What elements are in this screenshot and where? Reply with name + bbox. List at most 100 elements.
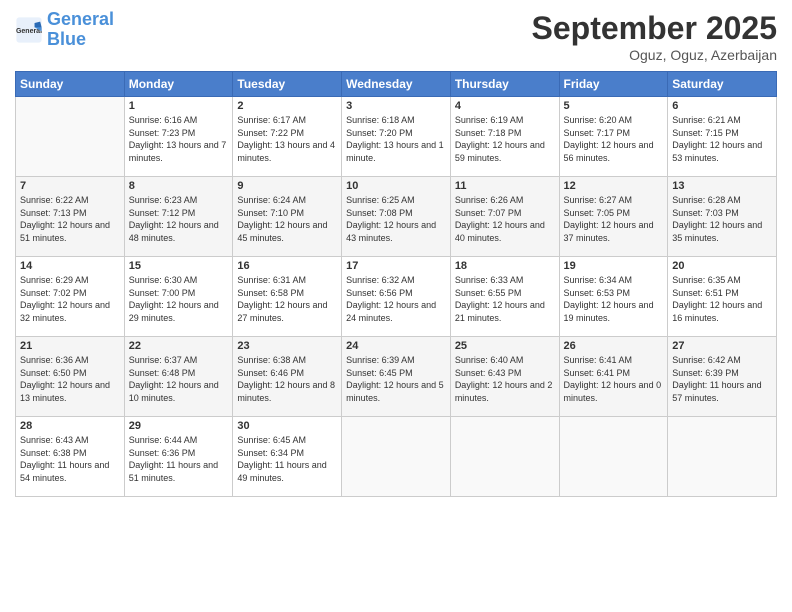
day-cell: 19 Sunrise: 6:34 AMSunset: 6:53 PMDayligh… — [559, 257, 668, 337]
day-number: 7 — [20, 180, 120, 192]
day-number: 18 — [455, 260, 555, 272]
day-number: 27 — [672, 340, 772, 352]
day-number: 19 — [564, 260, 664, 272]
col-header-thursday: Thursday — [450, 72, 559, 97]
day-cell: 28Sunrise: 6:43 AMSunset: 6:38 PMDayligh… — [16, 417, 125, 497]
day-cell: 13 Sunrise: 6:28 AMSunset: 7:03 PMDayligh… — [668, 177, 777, 257]
day-info: Sunrise: 6:40 AMSunset: 6:43 PMDaylight:… — [455, 354, 555, 404]
day-cell: 30 Sunrise: 6:45 AMSunset: 6:34 PMDayligh… — [233, 417, 342, 497]
day-number: 11 — [455, 180, 555, 192]
day-number: 29 — [129, 420, 229, 432]
logo-blue: Blue — [47, 30, 114, 50]
day-number: 1 — [129, 100, 229, 112]
day-info: Sunrise: 6:28 AMSunset: 7:03 PMDaylight:… — [672, 194, 772, 244]
day-number: 28 — [20, 420, 120, 432]
day-info: Sunrise: 6:33 AMSunset: 6:55 PMDaylight:… — [455, 274, 555, 324]
day-info: Sunrise: 6:38 AMSunset: 6:46 PMDaylight:… — [237, 354, 337, 404]
day-cell: 23Sunrise: 6:38 AMSunset: 6:46 PMDayligh… — [233, 337, 342, 417]
month-title: September 2025 — [532, 10, 777, 47]
day-number: 22 — [129, 340, 229, 352]
day-number: 3 — [346, 100, 446, 112]
day-cell — [342, 417, 451, 497]
day-number: 12 — [564, 180, 664, 192]
day-number: 4 — [455, 100, 555, 112]
day-cell: 10 Sunrise: 6:25 AMSunset: 7:08 PMDayligh… — [342, 177, 451, 257]
day-info: Sunrise: 6:25 AMSunset: 7:08 PMDaylight:… — [346, 194, 446, 244]
day-cell: 20Sunrise: 6:35 AMSunset: 6:51 PMDayligh… — [668, 257, 777, 337]
logo-general: General — [47, 9, 114, 29]
day-cell: 27 Sunrise: 6:42 AMSunset: 6:39 PMDayligh… — [668, 337, 777, 417]
day-info: Sunrise: 6:22 AMSunset: 7:13 PMDaylight:… — [20, 194, 120, 244]
day-info: Sunrise: 6:32 AMSunset: 6:56 PMDaylight:… — [346, 274, 446, 324]
day-info: Sunrise: 6:24 AMSunset: 7:10 PMDaylight:… — [237, 194, 337, 244]
day-cell: 3 Sunrise: 6:18 AMSunset: 7:20 PMDaylight… — [342, 97, 451, 177]
col-header-tuesday: Tuesday — [233, 72, 342, 97]
day-cell: 1 Sunrise: 6:16 AMSunset: 7:23 PMDaylight… — [124, 97, 233, 177]
day-cell: 8Sunrise: 6:23 AMSunset: 7:12 PMDaylight… — [124, 177, 233, 257]
day-info: Sunrise: 6:16 AMSunset: 7:23 PMDaylight:… — [129, 114, 229, 164]
header-row: SundayMondayTuesdayWednesdayThursdayFrid… — [16, 72, 777, 97]
day-number: 6 — [672, 100, 772, 112]
logo-icon: General — [15, 16, 43, 44]
col-header-friday: Friday — [559, 72, 668, 97]
header: General General Blue September 2025 Oguz… — [15, 10, 777, 63]
day-cell: 9 Sunrise: 6:24 AMSunset: 7:10 PMDaylight… — [233, 177, 342, 257]
calendar-table: SundayMondayTuesdayWednesdayThursdayFrid… — [15, 71, 777, 497]
day-info: Sunrise: 6:34 AMSunset: 6:53 PMDaylight:… — [564, 274, 664, 324]
day-info: Sunrise: 6:17 AMSunset: 7:22 PMDaylight:… — [237, 114, 337, 164]
day-cell: 22 Sunrise: 6:37 AMSunset: 6:48 PMDayligh… — [124, 337, 233, 417]
day-info: Sunrise: 6:31 AMSunset: 6:58 PMDaylight:… — [237, 274, 337, 324]
day-number: 5 — [564, 100, 664, 112]
page: General General Blue September 2025 Oguz… — [0, 0, 792, 612]
day-number: 30 — [237, 420, 337, 432]
day-info: Sunrise: 6:37 AMSunset: 6:48 PMDaylight:… — [129, 354, 229, 404]
day-cell: 29 Sunrise: 6:44 AMSunset: 6:36 PMDayligh… — [124, 417, 233, 497]
day-number: 9 — [237, 180, 337, 192]
day-info: Sunrise: 6:21 AMSunset: 7:15 PMDaylight:… — [672, 114, 772, 164]
day-cell: 4Sunrise: 6:19 AMSunset: 7:18 PMDaylight… — [450, 97, 559, 177]
day-cell: 24Sunrise: 6:39 AMSunset: 6:45 PMDayligh… — [342, 337, 451, 417]
day-cell — [450, 417, 559, 497]
day-info: Sunrise: 6:23 AMSunset: 7:12 PMDaylight:… — [129, 194, 229, 244]
day-info: Sunrise: 6:42 AMSunset: 6:39 PMDaylight:… — [672, 354, 772, 404]
day-info: Sunrise: 6:45 AMSunset: 6:34 PMDaylight:… — [237, 434, 337, 484]
day-cell — [668, 417, 777, 497]
day-cell: 16Sunrise: 6:31 AMSunset: 6:58 PMDayligh… — [233, 257, 342, 337]
day-number: 15 — [129, 260, 229, 272]
day-cell — [559, 417, 668, 497]
day-info: Sunrise: 6:36 AMSunset: 6:50 PMDaylight:… — [20, 354, 120, 404]
col-header-wednesday: Wednesday — [342, 72, 451, 97]
day-cell: 18 Sunrise: 6:33 AMSunset: 6:55 PMDayligh… — [450, 257, 559, 337]
week-row-4: 21 Sunrise: 6:36 AMSunset: 6:50 PMDayligh… — [16, 337, 777, 417]
day-info: Sunrise: 6:44 AMSunset: 6:36 PMDaylight:… — [129, 434, 229, 484]
day-cell — [16, 97, 125, 177]
day-number: 25 — [455, 340, 555, 352]
week-row-2: 7 Sunrise: 6:22 AMSunset: 7:13 PMDaylight… — [16, 177, 777, 257]
day-info: Sunrise: 6:29 AMSunset: 7:02 PMDaylight:… — [20, 274, 120, 324]
day-number: 13 — [672, 180, 772, 192]
day-cell: 5Sunrise: 6:20 AMSunset: 7:17 PMDaylight… — [559, 97, 668, 177]
day-number: 24 — [346, 340, 446, 352]
day-number: 26 — [564, 340, 664, 352]
day-number: 10 — [346, 180, 446, 192]
day-info: Sunrise: 6:30 AMSunset: 7:00 PMDaylight:… — [129, 274, 229, 324]
day-cell: 2 Sunrise: 6:17 AMSunset: 7:22 PMDaylight… — [233, 97, 342, 177]
day-info: Sunrise: 6:41 AMSunset: 6:41 PMDaylight:… — [564, 354, 664, 404]
week-row-5: 28Sunrise: 6:43 AMSunset: 6:38 PMDayligh… — [16, 417, 777, 497]
day-number: 21 — [20, 340, 120, 352]
day-cell: 7 Sunrise: 6:22 AMSunset: 7:13 PMDaylight… — [16, 177, 125, 257]
day-number: 20 — [672, 260, 772, 272]
day-cell: 21 Sunrise: 6:36 AMSunset: 6:50 PMDayligh… — [16, 337, 125, 417]
day-cell: 11Sunrise: 6:26 AMSunset: 7:07 PMDayligh… — [450, 177, 559, 257]
week-row-1: 1 Sunrise: 6:16 AMSunset: 7:23 PMDaylight… — [16, 97, 777, 177]
day-info: Sunrise: 6:18 AMSunset: 7:20 PMDaylight:… — [346, 114, 446, 164]
day-cell: 6 Sunrise: 6:21 AMSunset: 7:15 PMDaylight… — [668, 97, 777, 177]
day-cell: 25 Sunrise: 6:40 AMSunset: 6:43 PMDayligh… — [450, 337, 559, 417]
day-cell: 15 Sunrise: 6:30 AMSunset: 7:00 PMDayligh… — [124, 257, 233, 337]
day-cell: 12 Sunrise: 6:27 AMSunset: 7:05 PMDayligh… — [559, 177, 668, 257]
week-row-3: 14Sunrise: 6:29 AMSunset: 7:02 PMDayligh… — [16, 257, 777, 337]
day-cell: 26 Sunrise: 6:41 AMSunset: 6:41 PMDayligh… — [559, 337, 668, 417]
day-info: Sunrise: 6:27 AMSunset: 7:05 PMDaylight:… — [564, 194, 664, 244]
logo: General General Blue — [15, 10, 114, 50]
day-number: 2 — [237, 100, 337, 112]
